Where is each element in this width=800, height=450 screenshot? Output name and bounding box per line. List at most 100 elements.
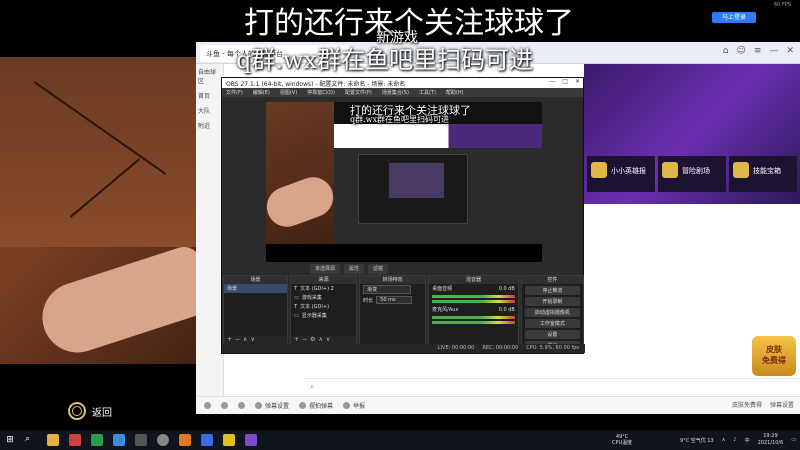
start-icon[interactable]: ⊞ — [0, 430, 20, 450]
event-banner[interactable]: 小小英雄报 冒险剧场 技能宝箱 — [584, 64, 800, 204]
mic-audio-meter — [432, 316, 515, 319]
chevron-up-icon[interactable]: ∧ — [722, 437, 726, 443]
filters-tab[interactable]: 滤镜 — [368, 264, 389, 274]
search-icon[interactable]: ⌕ — [25, 434, 37, 446]
back-button[interactable]: 返回 — [68, 402, 112, 420]
start-virtual-camera-button[interactable]: 启动虚拟摄像机 — [524, 308, 580, 317]
desktop-audio-volume-slider[interactable] — [432, 300, 515, 303]
sidebar-item[interactable]: 自由球区 — [196, 64, 223, 88]
cpu-temperature: 49°C CPU温度 — [612, 434, 633, 446]
properties-tab[interactable]: 属性 — [344, 264, 365, 274]
report-button[interactable]: 举报 — [343, 401, 365, 410]
notification-icon[interactable]: ▭ — [791, 437, 796, 443]
sidebar-item[interactable]: 首页 — [196, 88, 223, 103]
overlay-qq-group-text: q群.wx群在鱼吧里扫码可进 — [236, 46, 534, 74]
transition-select[interactable]: 渐变 — [360, 284, 425, 295]
mixer-channel-desktop: 桌面音频 0.0 dB — [432, 285, 515, 293]
obs-docks: 场景 场景 +−∧∨ 来源 T 文本 (GDI+) 2 ▭ 游戏采集 T 文本 (GD… — [222, 275, 585, 350]
controls-dock: 控件 停止推流 开始录制 启动虚拟摄像机 工作室模式 设置 退出 — [520, 275, 584, 350]
start-recording-button[interactable]: 开始录制 — [524, 297, 580, 306]
close-icon[interactable]: ✕ — [786, 46, 794, 56]
skin-badge-line2: 免费得 — [762, 356, 786, 365]
app-icon[interactable] — [135, 434, 147, 446]
close-icon[interactable]: ✕ — [575, 78, 580, 85]
menu-file[interactable]: 文件(F) — [226, 89, 243, 96]
app-icon[interactable] — [245, 434, 257, 446]
volume-icon[interactable]: ♪ — [733, 437, 736, 443]
weather-widget[interactable]: 9°C 空气优 13 — [680, 437, 714, 444]
banner-card[interactable]: 技能宝箱 — [729, 156, 797, 192]
bottom-toolbar: 弹幕设置 摆拍弹幕 举报 — [196, 396, 800, 414]
studio-mode-button[interactable]: 工作室模式 — [524, 319, 580, 328]
controls-dock-title: 控件 — [521, 276, 583, 284]
barrage-settings-button[interactable]: 弹幕设置 — [255, 401, 289, 410]
app-icon[interactable] — [201, 434, 213, 446]
source-item[interactable]: T 文本 (GDI+) — [291, 302, 356, 311]
banner-card[interactable]: 冒险剧场 — [658, 156, 726, 192]
menu-scene-collection[interactable]: 场景集合(S) — [382, 89, 409, 96]
source-item[interactable]: ▭ 游戏采集 — [291, 293, 356, 302]
live-status: LIVE: 00:00:00 — [437, 345, 475, 351]
free-skin-badge[interactable]: 皮肤 免费得 — [752, 336, 796, 376]
fps-indicator: 60 FPS — [774, 2, 792, 8]
sources-dock-controls[interactable]: +−⚙∧∨ — [291, 336, 357, 344]
obs-window: OBS 27.1.1 (64-bit, windows) - 配置文件: 未命名… — [221, 77, 585, 354]
sidebar-item[interactable]: 大队 — [196, 103, 223, 118]
sidebar-item[interactable]: 附近 — [196, 118, 223, 133]
app-icon[interactable] — [179, 434, 191, 446]
sources-dock-title: 来源 — [291, 276, 357, 284]
menu-profile[interactable]: 配置文件(P) — [345, 89, 372, 96]
obs-preview[interactable]: 打的还行来个关注球球了 q群.wx群在鱼吧里扫码可进 — [266, 102, 542, 262]
app-icon[interactable] — [69, 434, 81, 446]
menu-tools[interactable]: 工具(T) — [419, 89, 436, 96]
scenes-dock-title: 场景 — [224, 276, 288, 284]
maximize-icon[interactable]: □ — [562, 78, 568, 85]
rec-status: REC: 00:00:00 — [482, 345, 519, 351]
gift-icon[interactable] — [221, 402, 228, 409]
chat-input[interactable]: ⌕ — [304, 378, 800, 396]
app-icon[interactable] — [113, 434, 125, 446]
language-icon[interactable]: 中 — [745, 437, 750, 444]
menu-icon[interactable]: ≡ — [754, 46, 762, 56]
skin-link[interactable]: 皮肤免费得 — [732, 400, 762, 409]
menu-help[interactable]: 帮助(H) — [446, 89, 464, 96]
obs-icon[interactable] — [157, 434, 169, 446]
back-icon — [68, 402, 86, 420]
app-icon[interactable] — [91, 434, 103, 446]
transition-duration[interactable]: 时长 50 ms — [360, 295, 425, 305]
barrage-settings-link[interactable]: 弹幕设置 — [770, 400, 794, 409]
menu-dock[interactable]: 停靠窗口(D) — [307, 89, 335, 96]
app-icon[interactable] — [223, 434, 235, 446]
minimize-icon[interactable]: — — [549, 78, 555, 85]
settings-icon[interactable] — [238, 402, 245, 409]
mixer-dock: 混音器 桌面音频 0.0 dB 麦克风/Aux 0.0 dB — [428, 275, 519, 345]
browser-nav-icons: ⌂ ☺ ≡ — ✕ — [723, 46, 794, 56]
scene-item[interactable]: 场景 — [224, 284, 288, 293]
source-item[interactable]: ▭ 显示器采集 — [291, 311, 356, 320]
source-item[interactable]: T 文本 (GDI+) 2 — [291, 284, 356, 293]
obs-statusbar: LIVE: 00:00:00 REC: 00:00:00 CPU: 5.9%, … — [222, 344, 585, 353]
preview-overlay-text-2: q群.wx群在鱼吧里扫码可进 — [350, 115, 450, 124]
clock[interactable]: 19:29 2021/10/6 — [758, 433, 784, 447]
pose-barrage-button[interactable]: 摆拍弹幕 — [299, 401, 333, 410]
settings-button[interactable]: 设置 — [524, 330, 580, 339]
camera-feed — [0, 57, 196, 394]
login-button[interactable]: 马上登录 — [712, 12, 756, 23]
scenes-dock: 场景 场景 +−∧∨ — [223, 275, 289, 345]
skin-badge-line1: 皮肤 — [766, 345, 782, 354]
home-icon[interactable]: ⌂ — [723, 46, 729, 56]
bottom-right-links: 皮肤免费得 弹幕设置 — [732, 400, 794, 409]
menu-view[interactable]: 视图(V) — [280, 89, 297, 96]
menu-edit[interactable]: 编辑(E) — [253, 89, 270, 96]
minimize-icon[interactable]: — — [769, 46, 778, 56]
system-tray: 9°C 空气优 13 ∧ ♪ 中 19:29 2021/10/6 ▭ — [680, 430, 796, 450]
obs-title: OBS 27.1.1 (64-bit, windows) - 配置文件: 未命名… — [226, 81, 406, 88]
emoji-icon[interactable] — [204, 402, 211, 409]
mic-volume-slider[interactable] — [432, 321, 515, 324]
file-explorer-icon[interactable] — [47, 434, 59, 446]
scenes-dock-controls[interactable]: +−∧∨ — [224, 336, 288, 344]
stop-streaming-button[interactable]: 停止推流 — [524, 286, 580, 295]
banner-card[interactable]: 小小英雄报 — [587, 156, 655, 192]
game-capture-icon: ▭ — [294, 294, 299, 301]
user-icon[interactable]: ☺ — [737, 46, 746, 56]
